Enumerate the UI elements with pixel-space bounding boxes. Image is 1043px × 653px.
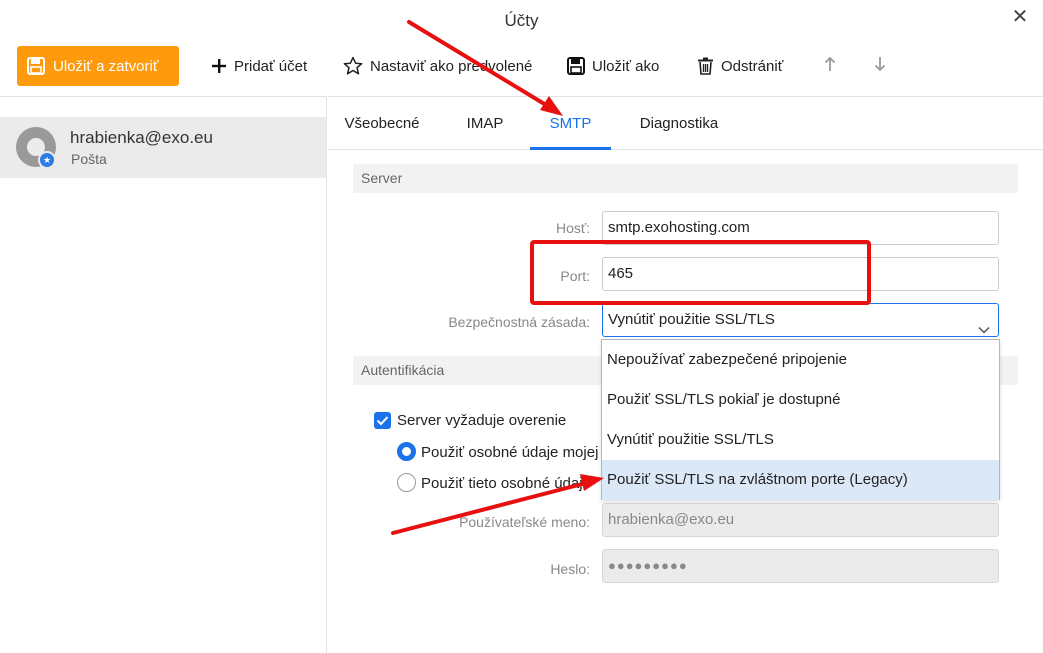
server-section-header: Server [353,164,1018,193]
add-account-button[interactable]: Pridať účet [211,46,307,86]
delete-button[interactable]: Odstrániť [697,46,783,86]
save-and-close-label: Uložiť a zatvoriť [53,57,159,75]
default-star-icon: ★ [38,151,56,169]
window-title: Účty [504,11,539,30]
plus-icon [211,58,227,74]
option-ssl-special-port[interactable]: Použiť SSL/TLS na zvláštnom porte (Legac… [602,460,999,500]
option-no-secure[interactable]: Nepoužívať zabezpečené pripojenie [602,340,999,380]
tab-bar: Všeobecné IMAP SMTP Diagnostika [328,96,1043,150]
password-input[interactable]: ●●●●●●●●● [602,549,999,583]
port-label: Port: [560,268,590,284]
tab-imap[interactable]: IMAP [462,97,508,150]
password-label: Heslo: [550,561,590,577]
move-up-arrow-icon[interactable] [821,56,839,76]
set-default-label: Nastaviť ako predvolené [370,57,533,75]
floppy-disk-icon [27,57,45,75]
floppy-disk-icon [567,57,585,75]
tab-diagnostics[interactable]: Diagnostika [634,97,724,150]
username-label: Používateľské meno: [459,514,590,530]
tab-smtp[interactable]: SMTP [530,97,611,150]
save-as-button[interactable]: Uložiť ako [567,46,659,86]
save-and-close-button[interactable]: Uložiť a zatvoriť [17,46,179,86]
star-icon [343,56,363,76]
radio-use-these-label: Použiť tieto osobné údaje [421,475,591,492]
trash-icon [697,57,714,75]
account-sidebar: ★ hrabienka@exo.eu Pošta [0,96,327,653]
radio-use-same-label: Použiť osobné údaje mojej [421,444,599,461]
toolbar: Uložiť a zatvoriť Pridať účet Nastaviť a… [0,44,1043,90]
security-policy-label: Bezpečnostná zásada: [448,314,590,330]
host-label: Hosť: [555,220,590,236]
account-email: hrabienka@exo.eu [70,128,213,147]
move-down-arrow-icon[interactable] [871,56,889,76]
save-as-label: Uložiť ako [592,57,660,75]
option-ssl-if-available[interactable]: Použiť SSL/TLS pokiaľ je dostupné [602,380,999,420]
requires-auth-checkbox[interactable] [374,412,391,429]
radio-use-these-credentials[interactable] [397,473,416,492]
account-type: Pošta [71,151,107,167]
username-input[interactable]: hrabienka@exo.eu [602,503,999,537]
sidebar-item-account[interactable]: ★ hrabienka@exo.eu Pošta [0,117,326,178]
avatar: ★ [16,127,56,169]
option-force-ssl[interactable]: Vynútiť použitie SSL/TLS [602,420,999,460]
port-input[interactable]: 465 [602,257,999,291]
title-bar: Účty ✕ [0,0,1043,44]
radio-use-same-credentials[interactable] [397,442,416,461]
add-account-label: Pridať účet [234,57,308,75]
set-default-button[interactable]: Nastaviť ako predvolené [343,46,532,86]
security-policy-dropdown: Nepoužívať zabezpečené pripojenie Použiť… [601,339,1000,500]
security-policy-select[interactable]: Vynútiť použitie SSL/TLS [602,303,999,337]
host-input[interactable]: smtp.exohosting.com [602,211,999,245]
requires-auth-label: Server vyžaduje overenie [397,412,567,429]
close-icon[interactable]: ✕ [1009,6,1031,28]
delete-label: Odstrániť [721,57,784,75]
security-policy-value: Vynútiť použitie SSL/TLS [608,311,775,328]
tab-general[interactable]: Všeobecné [342,97,422,150]
